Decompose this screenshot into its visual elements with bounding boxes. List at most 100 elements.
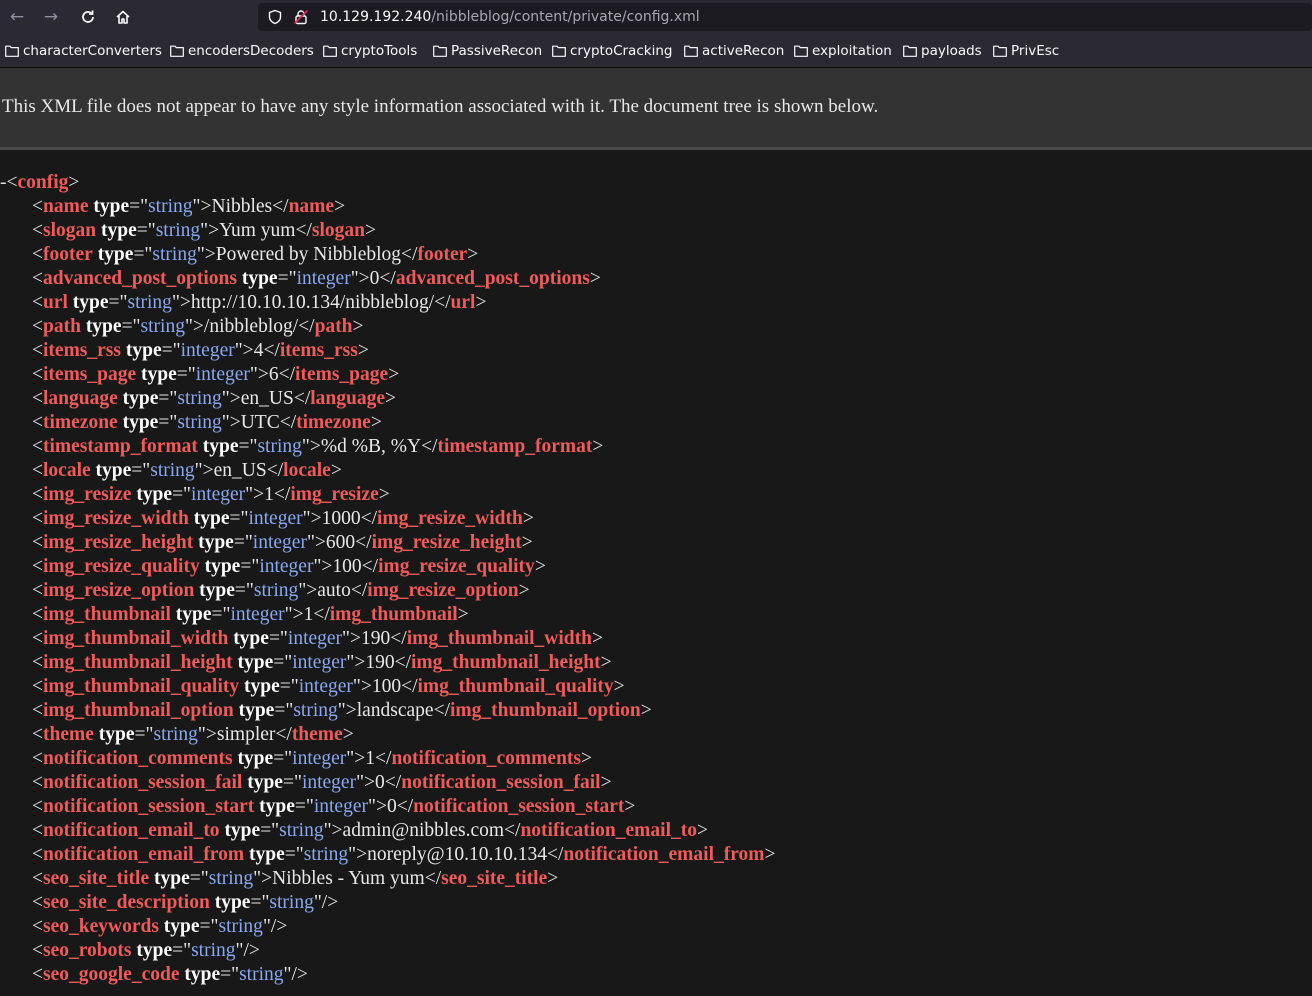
xml-tag-name: name: [43, 196, 89, 217]
xml-close-tag-name: img_thumbnail_quality: [417, 676, 614, 697]
xml-tag-name: advanced_post_options: [43, 268, 237, 289]
home-button[interactable]: [110, 4, 136, 30]
bookmark-label: characterConverters: [23, 43, 162, 59]
xml-punct: "/>: [283, 964, 308, 985]
forward-button[interactable]: →: [38, 4, 64, 30]
xml-close-tag-name: img_resize_width: [377, 508, 523, 529]
bookmark-folder[interactable]: cryptoTools: [323, 42, 417, 60]
back-button[interactable]: ←: [4, 4, 30, 30]
xml-punct: ">: [348, 844, 368, 865]
xml-element-line: <seo_site_title type="string">Nibbles - …: [0, 867, 1312, 891]
xml-punct: ">: [346, 652, 366, 673]
xml-punct: ">: [171, 292, 191, 313]
xml-punct: ">: [284, 604, 304, 625]
xml-text-value: en_US: [240, 388, 294, 409]
bookmark-label: payloads: [921, 43, 982, 59]
xml-punct: <: [32, 484, 43, 505]
folder-icon: [903, 45, 917, 57]
url-text[interactable]: 10.129.192.240/nibbleblog/content/privat…: [320, 9, 700, 25]
xml-text-value: 0: [369, 268, 380, 289]
xml-attr-name: type: [214, 892, 251, 913]
xml-punct: <: [32, 364, 43, 385]
xml-element-line: <img_thumbnail_height type="integer">190…: [0, 651, 1312, 675]
xml-attr-value: string: [293, 700, 338, 721]
xml-attr-value: integer: [252, 532, 307, 553]
xml-tag-name: items_rss: [43, 340, 121, 361]
xml-attr-value: string: [269, 892, 314, 913]
reload-button[interactable]: [75, 4, 101, 30]
xml-punct: <: [32, 508, 43, 529]
xml-attr-name: type: [198, 532, 234, 553]
xml-punct: <: [32, 724, 43, 745]
xml-punct: </: [424, 868, 442, 889]
xml-tag-name: notification_session_fail: [43, 772, 243, 793]
xml-punct: >: [613, 676, 625, 697]
xml-punct: >: [600, 772, 612, 793]
xml-punct: =": [233, 532, 253, 553]
xml-punct: =": [282, 772, 302, 793]
url-bar[interactable]: 10.129.192.240/nibbleblog/content/privat…: [258, 3, 1312, 31]
xml-punct: >: [547, 868, 559, 889]
xml-punct: >: [592, 436, 604, 457]
xml-element-line: <name type="string">Nibbles</name>: [0, 195, 1312, 219]
shield-icon[interactable]: [267, 9, 283, 25]
xml-element-line: <items_page type="integer">6</items_page…: [0, 363, 1312, 387]
xml-attr-value: string: [303, 844, 349, 865]
xml-close-tag-name: notification_email_from: [563, 844, 765, 865]
xml-close-tag-name: footer: [417, 244, 468, 265]
xml-tag-name: img_thumbnail_quality: [43, 676, 240, 697]
xml-punct: </: [361, 556, 379, 577]
xml-punct: ">: [306, 532, 326, 553]
xml-element-line: <notification_comments type="integer">1<…: [0, 747, 1312, 771]
bookmark-label: PrivEsc: [1011, 43, 1060, 59]
xml-punct: ">: [184, 316, 204, 337]
xml-attr-name: type: [85, 316, 122, 337]
xml-tag-name: timestamp_format: [43, 436, 198, 457]
bookmark-folder[interactable]: characterConverters: [5, 42, 162, 60]
bookmark-folder[interactable]: cryptoCracking: [552, 42, 672, 60]
xml-attr-value: string: [191, 940, 236, 961]
xml-element-line: <path type="string">/nibbleblog/</path>: [0, 315, 1312, 339]
xml-punct: =": [260, 820, 280, 841]
xml-punct: =": [234, 580, 254, 601]
bookmark-folder[interactable]: payloads: [903, 42, 982, 60]
xml-punct: </: [394, 652, 411, 673]
xml-punct: >: [457, 604, 469, 625]
xml-punct: >: [521, 532, 533, 553]
xml-punct: <: [32, 340, 43, 361]
xml-close-tag-name: notification_session_start: [413, 796, 625, 817]
xml-tag-name: img_resize_height: [43, 532, 194, 553]
xml-close-tag-name: timezone: [296, 412, 371, 433]
xml-text-value: %d %B, %Y: [320, 436, 422, 457]
xml-punct: </: [266, 460, 284, 481]
bookmark-folder[interactable]: activeRecon: [684, 42, 784, 60]
folder-icon: [684, 45, 698, 57]
xml-element-line: <notification_session_start type="intege…: [0, 795, 1312, 819]
folder-icon: [170, 45, 184, 57]
xml-punct: </: [273, 484, 291, 505]
xml-text-value: /nibbleblog/: [203, 316, 299, 337]
xml-punct: <: [32, 268, 43, 289]
xml-tag-name: seo_robots: [43, 940, 132, 961]
bookmark-folder[interactable]: PrivEsc: [993, 42, 1059, 60]
bookmark-folder[interactable]: encodersDecoders: [170, 42, 314, 60]
xml-text-value: 190: [365, 652, 395, 673]
xml-element-line: <img_resize_option type="string">auto</i…: [0, 579, 1312, 603]
xml-punct: =": [284, 844, 304, 865]
xml-punct: </: [272, 196, 289, 217]
url-path: /nibbleblog/content/private/config.xml: [431, 9, 700, 25]
insecure-lock-icon[interactable]: [293, 9, 309, 25]
xml-punct: >: [534, 556, 546, 577]
xml-attr-name: type: [175, 604, 212, 625]
xml-punct: >: [357, 340, 369, 361]
xml-punct: <: [32, 220, 43, 241]
xml-tag-name: notification_comments: [43, 748, 233, 769]
xml-text-value: 100: [371, 676, 402, 697]
xml-text-value: 190: [361, 628, 391, 649]
bookmark-folder[interactable]: exploitation: [794, 42, 892, 60]
xml-punct: =": [220, 964, 240, 985]
xml-element-line: <notification_session_fail type="integer…: [0, 771, 1312, 795]
xml-close-tag-name: path: [314, 316, 353, 337]
bookmark-folder[interactable]: PassiveRecon: [433, 42, 542, 60]
xml-text-value: Yum yum: [219, 220, 296, 241]
